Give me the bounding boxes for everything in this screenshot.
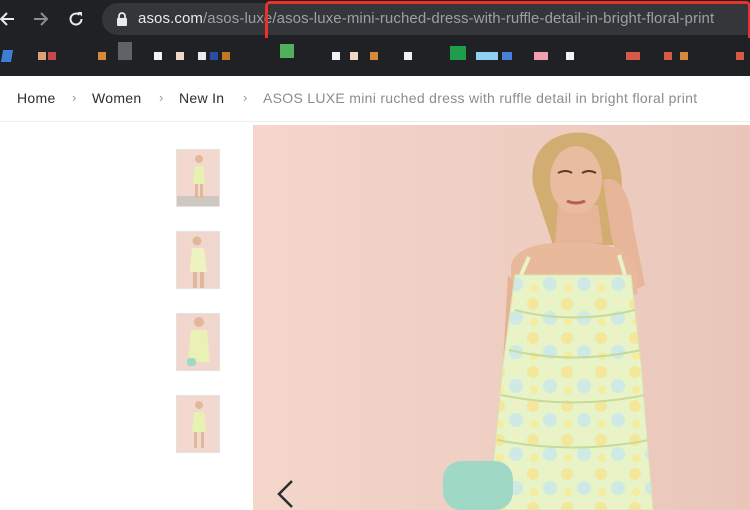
- bookmark-icon[interactable]: [98, 52, 106, 60]
- lock-icon: [117, 12, 127, 26]
- bookmark-icon[interactable]: [48, 52, 56, 60]
- bookmark-icon[interactable]: [198, 52, 206, 60]
- product-thumbnail-4[interactable]: [176, 395, 220, 453]
- bookmark-icon[interactable]: [350, 52, 358, 60]
- breadcrumb-current-page: ASOS LUXE mini ruched dress with ruffle …: [263, 90, 698, 106]
- bookmark-icon[interactable]: [476, 52, 498, 60]
- bookmark-icon[interactable]: [332, 52, 340, 60]
- bookmark-icon[interactable]: [626, 52, 640, 60]
- model-photo-thumbnail: [177, 150, 219, 206]
- product-thumbnail-3[interactable]: [176, 313, 220, 371]
- bookmark-icon[interactable]: [534, 52, 548, 60]
- breadcrumb-separator: ›: [72, 90, 77, 105]
- bookmark-icon[interactable]: [680, 52, 688, 60]
- forward-button[interactable]: [28, 6, 54, 32]
- product-thumbnail-2[interactable]: [176, 231, 220, 289]
- gallery-prev-button[interactable]: [273, 478, 297, 510]
- arrow-left-icon: [0, 12, 14, 26]
- breadcrumb: Home › Women › New In › ASOS LUXE mini r…: [0, 76, 750, 122]
- breadcrumb-home-link[interactable]: Home: [17, 90, 56, 106]
- bookmarks-bar: [0, 38, 750, 76]
- bookmark-icon[interactable]: [566, 52, 574, 60]
- bookmark-icon[interactable]: [664, 52, 672, 60]
- bookmark-icon[interactable]: [502, 52, 512, 60]
- bookmark-icon[interactable]: [176, 52, 184, 60]
- breadcrumb-new-in-link[interactable]: New In: [179, 90, 224, 106]
- bookmark-icon[interactable]: [154, 52, 162, 60]
- breadcrumb-women-link[interactable]: Women: [92, 90, 141, 106]
- bookmark-icon[interactable]: [280, 44, 294, 58]
- product-main-image[interactable]: [253, 125, 750, 510]
- reload-button[interactable]: [63, 6, 89, 32]
- bookmark-icon[interactable]: [370, 52, 378, 60]
- bookmark-icon[interactable]: [0, 50, 14, 62]
- breadcrumb-separator: ›: [159, 90, 164, 105]
- model-photo-thumbnail: [177, 396, 219, 452]
- bookmark-icon[interactable]: [450, 46, 466, 60]
- url-highlight-annotation: [265, 1, 750, 43]
- model-photo-thumbnail: [177, 314, 219, 370]
- url-host: asos.com: [138, 10, 203, 27]
- model-photo: [253, 125, 750, 510]
- bookmark-icon[interactable]: [210, 52, 218, 60]
- breadcrumb-separator: ›: [243, 90, 248, 105]
- bookmark-icon[interactable]: [118, 42, 132, 60]
- chevron-left-icon: [277, 480, 293, 508]
- bookmark-icon[interactable]: [736, 52, 744, 60]
- product-thumbnail-1[interactable]: [176, 149, 220, 207]
- bookmark-icon[interactable]: [38, 52, 46, 60]
- browser-toolbar: asos.com/asos-luxe/asos-luxe-mini-ruched…: [0, 0, 750, 43]
- model-photo-thumbnail: [177, 232, 219, 288]
- reload-icon: [69, 12, 83, 26]
- bookmark-icon[interactable]: [222, 52, 230, 60]
- bookmark-icon[interactable]: [404, 52, 412, 60]
- back-button[interactable]: [0, 6, 20, 32]
- arrow-right-icon: [34, 12, 49, 26]
